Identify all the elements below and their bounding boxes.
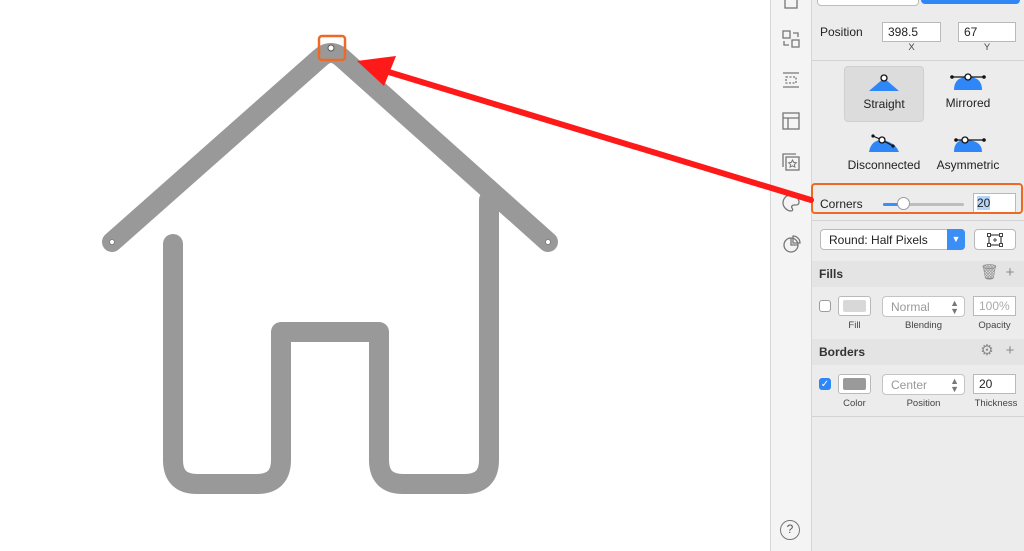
selected-vertex-point[interactable]	[327, 44, 335, 52]
thickness-caption: Thickness	[974, 398, 1018, 409]
divider	[812, 220, 1024, 221]
fill-color-swatch[interactable]	[838, 296, 871, 316]
inspector-toolbar: ?	[770, 0, 812, 551]
toolbar-button-chart[interactable]	[780, 233, 802, 255]
toolbar-button-symbol[interactable]	[780, 151, 802, 173]
vertex-point[interactable]	[545, 239, 551, 245]
inspector-panel: Position 398.5 67 X Y Straight Mirrored …	[812, 0, 1024, 551]
curve-type-asymmetric[interactable]: Asymmetric	[928, 128, 1008, 184]
fill-color-preview	[843, 300, 866, 312]
curve-type-label: Mirrored	[945, 96, 991, 110]
fills-title: Fills	[819, 267, 844, 281]
vertex-point[interactable]	[109, 239, 115, 245]
toolbar-button-top[interactable]	[780, 0, 802, 22]
top-button-left[interactable]	[817, 0, 919, 6]
fills-section-header: Fills 🗑 +	[812, 261, 1024, 287]
gear-icon[interactable]: ⚙	[980, 343, 994, 358]
swap-align-icon	[782, 30, 800, 48]
blending-caption: Blending	[905, 320, 942, 331]
position-x-caption: X	[908, 42, 915, 53]
pixel-rounding-value: Round: Half Pixels	[829, 233, 928, 247]
design-canvas[interactable]	[0, 0, 770, 551]
position-x-field[interactable]: 398.5	[882, 22, 941, 42]
add-fill-icon[interactable]: +	[1003, 265, 1017, 280]
border-position-select[interactable]: Center ▲ ▼	[882, 374, 965, 395]
edit-bounds-button[interactable]	[974, 229, 1016, 250]
borders-title: Borders	[819, 345, 866, 359]
divider	[812, 416, 1024, 417]
position-caption: Position	[906, 398, 941, 409]
curve-mirrored-icon	[950, 73, 986, 90]
position-y-caption: Y	[983, 42, 991, 53]
pie-chart-icon	[783, 235, 801, 253]
export-icon	[784, 0, 798, 9]
corners-highlight-box	[811, 183, 1023, 214]
palette-icon	[782, 194, 800, 212]
position-row: Position 398.5 67 X Y	[812, 18, 1024, 60]
border-enabled-checkbox[interactable]: ✓	[819, 378, 831, 390]
curve-disconnected-icon	[869, 134, 899, 152]
divider	[812, 60, 1024, 61]
panel-layout-icon	[782, 112, 800, 130]
chevron-down-icon: ▼	[947, 229, 965, 250]
fill-blending-select[interactable]: Normal ▲ ▼	[882, 296, 965, 317]
fill-enabled-checkbox[interactable]	[819, 300, 831, 312]
curve-type-disconnected[interactable]: Disconnected	[832, 128, 936, 184]
toolbar-button-layout[interactable]	[780, 69, 802, 91]
top-button-right[interactable]	[921, 0, 1020, 4]
curve-type-mirrored[interactable]: Mirrored	[928, 66, 1008, 122]
stepper-chevrons-icon: ▲ ▼	[950, 298, 959, 316]
fill-opacity-field[interactable]: 100%	[973, 296, 1016, 316]
border-color-preview	[843, 378, 866, 390]
help-button[interactable]: ?	[780, 520, 800, 540]
symbol-star-icon	[782, 153, 800, 171]
borders-section-header: Borders ⚙ +	[812, 339, 1024, 365]
curve-asymmetric-icon	[954, 136, 986, 152]
curve-straight-icon	[869, 74, 899, 91]
house-body-path[interactable]	[163, 190, 499, 494]
house-shape[interactable]	[0, 0, 770, 551]
border-color-swatch[interactable]	[838, 374, 871, 394]
curve-type-label: Disconnected	[847, 158, 921, 172]
toolbar-button-align[interactable]	[780, 28, 802, 50]
add-border-icon[interactable]: +	[1003, 343, 1017, 358]
curve-type-label: Asymmetric	[936, 158, 1000, 172]
layout-dashed-icon	[783, 72, 799, 88]
border-thickness-field[interactable]: 20	[973, 374, 1016, 394]
border-position-value: Center	[891, 378, 928, 392]
opacity-caption: Opacity	[978, 320, 1011, 331]
position-label: Position	[820, 25, 863, 39]
curve-type-straight[interactable]: Straight	[844, 66, 924, 122]
position-y-field[interactable]: 67	[958, 22, 1016, 42]
fill-blending-value: Normal	[891, 300, 930, 314]
fill-caption: Fill	[848, 320, 861, 331]
curve-type-label: Straight	[863, 97, 905, 111]
toolbar-button-panel[interactable]	[780, 110, 802, 132]
toolbar-button-palette[interactable]	[780, 192, 802, 214]
color-caption: Color	[843, 398, 866, 409]
stepper-chevrons-icon: ▲ ▼	[950, 376, 959, 394]
pixel-rounding-select[interactable]: Round: Half Pixels ▼	[820, 229, 965, 250]
bounds-icon	[987, 233, 1003, 247]
trash-icon[interactable]: 🗑	[980, 265, 999, 280]
